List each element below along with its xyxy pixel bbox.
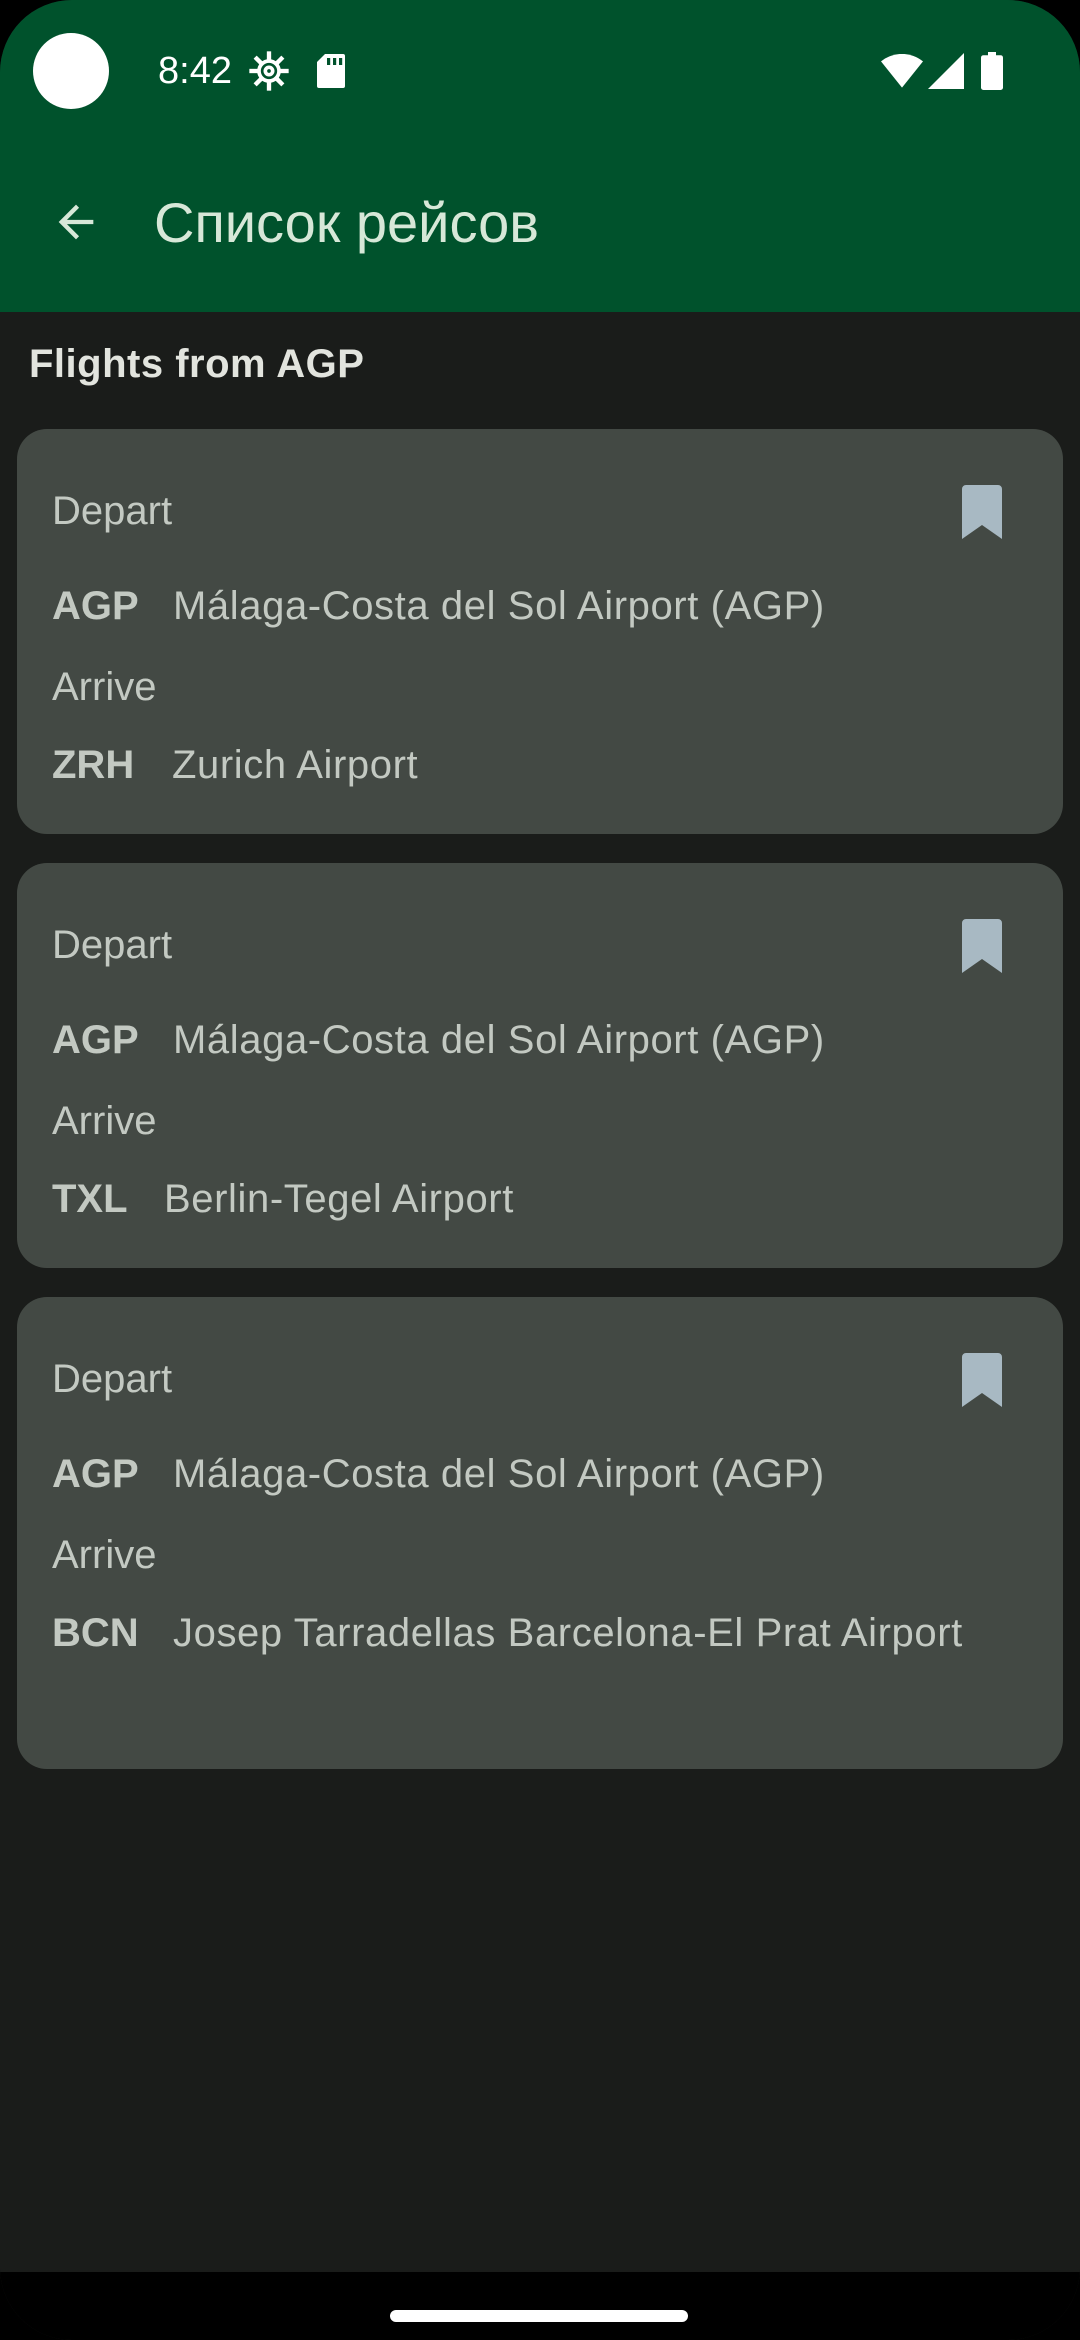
- wifi-icon: [880, 48, 924, 94]
- depart-airport-name: Málaga-Costa del Sol Airport (AGP): [173, 584, 825, 628]
- battery-icon: [978, 48, 1006, 94]
- bookmark-button[interactable]: [937, 1335, 1027, 1425]
- bookmark-icon: [962, 485, 1002, 539]
- depart-label: Depart: [52, 923, 173, 967]
- depart-airport-name: Málaga-Costa del Sol Airport (AGP): [173, 1452, 825, 1496]
- arrive-label: Arrive: [52, 665, 157, 709]
- flight-list-screen: Flights from AGP Depart AGP Málaga-Costa…: [0, 312, 1080, 2272]
- depart-label: Depart: [52, 489, 173, 533]
- arrive-label: Arrive: [52, 1533, 157, 1577]
- home-indicator[interactable]: [390, 2310, 688, 2322]
- flight-card[interactable]: Depart AGP Málaga-Costa del Sol Airport …: [17, 1297, 1063, 1769]
- arrive-code: ZRH: [52, 743, 135, 787]
- arrow-back-icon: [58, 204, 94, 240]
- depart-code: AGP: [52, 584, 139, 628]
- bookmark-icon: [962, 919, 1002, 973]
- gesture-nav-bar: [0, 2272, 1080, 2340]
- page-title: Список рейсов: [154, 191, 539, 254]
- bookmark-button[interactable]: [937, 467, 1027, 557]
- back-button[interactable]: [36, 182, 116, 262]
- depart-label: Depart: [52, 1357, 173, 1401]
- camera-cutout: [33, 33, 109, 109]
- bookmark-button[interactable]: [937, 901, 1027, 991]
- flight-card[interactable]: Depart AGP Málaga-Costa del Sol Airport …: [17, 429, 1063, 834]
- cell-signal-icon: [926, 48, 966, 94]
- sd-card-icon: [314, 48, 348, 94]
- status-bar: 8:42: [0, 0, 1080, 140]
- arrive-airport-name: Josep Tarradellas Barcelona-El Prat Airp…: [173, 1611, 963, 1655]
- phone-screen: 8:42 Список рейсов Flights from AGP Depa…: [0, 0, 1080, 2340]
- arrive-airport-name: Zurich Airport: [172, 743, 419, 787]
- depart-code: AGP: [52, 1452, 139, 1496]
- top-app-bar: Список рейсов: [0, 140, 1080, 312]
- header: 8:42 Список рейсов: [0, 0, 1080, 312]
- settings-gear-icon: [246, 48, 292, 94]
- flight-card[interactable]: Depart AGP Málaga-Costa del Sol Airport …: [17, 863, 1063, 1268]
- bookmark-icon: [962, 1353, 1002, 1407]
- section-heading: Flights from AGP: [29, 342, 365, 386]
- depart-code: AGP: [52, 1018, 139, 1062]
- arrive-code: BCN: [52, 1611, 139, 1655]
- status-time: 8:42: [158, 50, 232, 92]
- depart-airport-name: Málaga-Costa del Sol Airport (AGP): [173, 1018, 825, 1062]
- arrive-label: Arrive: [52, 1099, 157, 1143]
- arrive-code: TXL: [52, 1177, 128, 1221]
- arrive-airport-name: Berlin-Tegel Airport: [164, 1177, 514, 1221]
